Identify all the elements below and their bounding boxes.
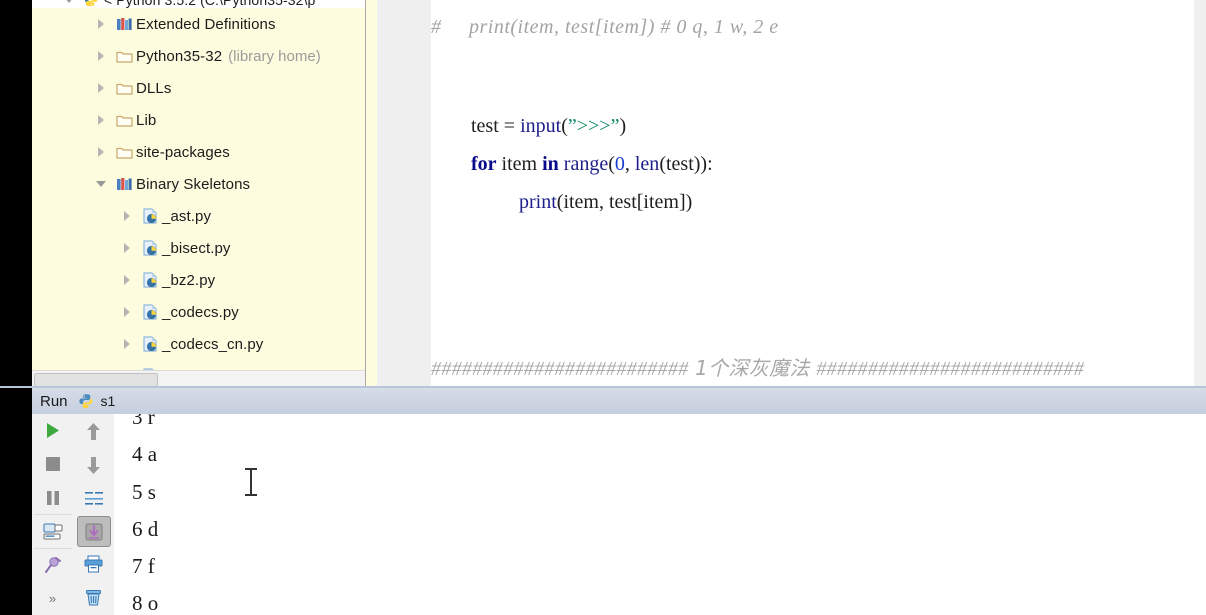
chevron-right-icon[interactable] xyxy=(116,243,138,253)
run-tab-name[interactable]: s1 xyxy=(101,393,116,409)
tree-item-dlls[interactable]: DLLs xyxy=(32,72,365,104)
tree-root-row[interactable]: < Python 3.5.2 (C:\Python35-32\p xyxy=(32,0,365,8)
tree-item-ast-py[interactable]: _ast.py xyxy=(32,200,365,232)
run-tool-window-body: » 3 r 4 a 5 s 6 d 7 f 8 o xyxy=(0,414,1206,615)
tree-item-lib[interactable]: Lib xyxy=(32,104,365,136)
stop-button[interactable] xyxy=(34,447,72,480)
soft-wrap-button[interactable] xyxy=(75,482,113,516)
pin-tab-button[interactable] xyxy=(33,548,72,582)
folder-icon xyxy=(112,81,136,96)
chevron-right-icon[interactable] xyxy=(116,339,138,349)
console-line: 6 d xyxy=(132,517,159,541)
run-console-output[interactable]: 3 r 4 a 5 s 6 d 7 f 8 o xyxy=(114,414,1206,615)
folder-icon xyxy=(112,49,136,64)
console-line: 5 s xyxy=(132,480,156,504)
top-region: < Python 3.5.2 (C:\Python35-32\p Extende… xyxy=(0,0,1206,387)
code-line-print: print(item, test[item]) xyxy=(431,168,692,237)
tree-item-label: _bz2.py xyxy=(162,271,216,289)
console-line: 7 f xyxy=(132,554,155,578)
tree-item-label: Extended Definitions xyxy=(136,15,276,33)
tree-item-label: _codecs_cn.py xyxy=(162,335,264,353)
banner-hashes-left: ######################### xyxy=(431,358,689,380)
python-file-icon xyxy=(138,336,162,352)
chevron-right-icon[interactable] xyxy=(116,275,138,285)
console-line: 8 o xyxy=(132,591,159,615)
run-tool-window-header: Run s1 xyxy=(0,388,1206,415)
tree-right-gutter xyxy=(365,0,377,386)
folder-icon xyxy=(112,113,136,128)
run-toolbar-left: » xyxy=(32,414,74,615)
banner-hashes-right: ########################## xyxy=(816,358,1085,380)
chevron-right-icon[interactable] xyxy=(90,147,112,157)
panel-divider xyxy=(365,0,366,386)
tree-item-label: Python35-32 xyxy=(136,47,223,65)
left-black-margin xyxy=(0,388,32,414)
down-output-button[interactable] xyxy=(75,448,113,482)
code-comment-banner: ######################### 1个深灰魔法 #######… xyxy=(431,352,1084,381)
tree-horizontal-scrollbar[interactable] xyxy=(32,370,365,387)
tree-item-sublabel: (library home) xyxy=(228,47,321,65)
tree-root-label: < Python 3.5.2 (C:\Python35-32\p xyxy=(104,0,316,8)
chevron-double-right-icon: » xyxy=(48,590,57,606)
tree-item-codecs-hk-py[interactable]: _codecs_hk.py xyxy=(32,360,365,370)
clear-all-button[interactable] xyxy=(75,581,113,615)
tree-item-label: Binary Skeletons xyxy=(136,175,251,193)
tree-item-label: _bisect.py xyxy=(162,239,231,257)
tree-item-label: DLLs xyxy=(136,79,172,97)
chevron-down-icon[interactable] xyxy=(58,0,80,4)
chevron-right-icon[interactable] xyxy=(116,307,138,317)
tree-item-extended-definitions[interactable]: Extended Definitions xyxy=(32,8,365,40)
editor-vertical-scrollbar[interactable] xyxy=(1194,0,1206,386)
tree-item-bisect-py[interactable]: _bisect.py xyxy=(32,232,365,264)
tree-item-codecs-py[interactable]: _codecs.py xyxy=(32,296,365,328)
chevron-right-icon[interactable] xyxy=(90,83,112,93)
text-cursor xyxy=(245,468,257,496)
more-options-button[interactable]: » xyxy=(34,582,72,615)
python-file-icon xyxy=(138,304,162,320)
banner-chinese-text: 1个深灰魔法 xyxy=(688,356,817,380)
chevron-right-icon[interactable] xyxy=(116,211,138,221)
tree-item-python35-32[interactable]: Python35-32 (library home) xyxy=(32,40,365,72)
code-comment-line: # print(item, test[item]) # 0 q, 1 w, 2 … xyxy=(431,16,779,38)
rerun-button[interactable] xyxy=(34,414,72,447)
project-tree-panel[interactable]: < Python 3.5.2 (C:\Python35-32\p Extende… xyxy=(32,0,365,370)
python-file-icon xyxy=(138,272,162,288)
tree-item-codecs-cn-py[interactable]: _codecs_cn.py xyxy=(32,328,365,360)
chevron-right-icon[interactable] xyxy=(90,19,112,29)
console-view-button[interactable] xyxy=(33,514,72,548)
ide-window: < Python 3.5.2 (C:\Python35-32\p Extende… xyxy=(0,0,1206,615)
tree-item-label: _codecs.py xyxy=(162,303,239,321)
python-file-icon xyxy=(138,208,162,224)
tree-item-site-packages[interactable]: site-packages xyxy=(32,136,365,168)
editor-line-gutter[interactable] xyxy=(377,0,432,386)
folder-icon xyxy=(112,145,136,160)
left-black-margin-bottom xyxy=(0,414,32,615)
chevron-right-icon[interactable] xyxy=(90,51,112,61)
python-icon xyxy=(78,393,95,410)
up-output-button[interactable] xyxy=(75,414,113,448)
print-button[interactable] xyxy=(75,547,113,581)
tree-item-label: _ast.py xyxy=(162,207,212,225)
code-token-print: print xyxy=(519,191,557,213)
chevron-right-icon[interactable] xyxy=(90,115,112,125)
project-tree: < Python 3.5.2 (C:\Python35-32\p Extende… xyxy=(32,0,365,370)
pause-button[interactable] xyxy=(34,481,72,514)
chevron-down-icon[interactable] xyxy=(90,180,112,188)
run-toolbar-right xyxy=(73,414,115,615)
console-line: 4 a xyxy=(132,442,158,466)
python-icon xyxy=(80,0,104,8)
scroll-to-end-button[interactable] xyxy=(76,516,111,547)
run-window-title: Run xyxy=(40,392,68,410)
tree-item-label: Lib xyxy=(136,111,157,129)
library-icon xyxy=(112,16,136,32)
tree-item-binary-skeletons[interactable]: Binary Skeletons xyxy=(32,168,365,200)
code-token-print-args: (item, test[item]) xyxy=(556,191,693,213)
tree-item-label: site-packages xyxy=(136,143,230,161)
scrollbar-thumb[interactable] xyxy=(34,373,158,387)
tree-item-bz2-py[interactable]: _bz2.py xyxy=(32,264,365,296)
code-editor[interactable]: # print(item, test[item]) # 0 q, 1 w, 2 … xyxy=(431,0,1206,386)
library-icon xyxy=(112,176,136,192)
python-file-icon xyxy=(138,240,162,256)
console-line: 3 r xyxy=(132,414,155,429)
